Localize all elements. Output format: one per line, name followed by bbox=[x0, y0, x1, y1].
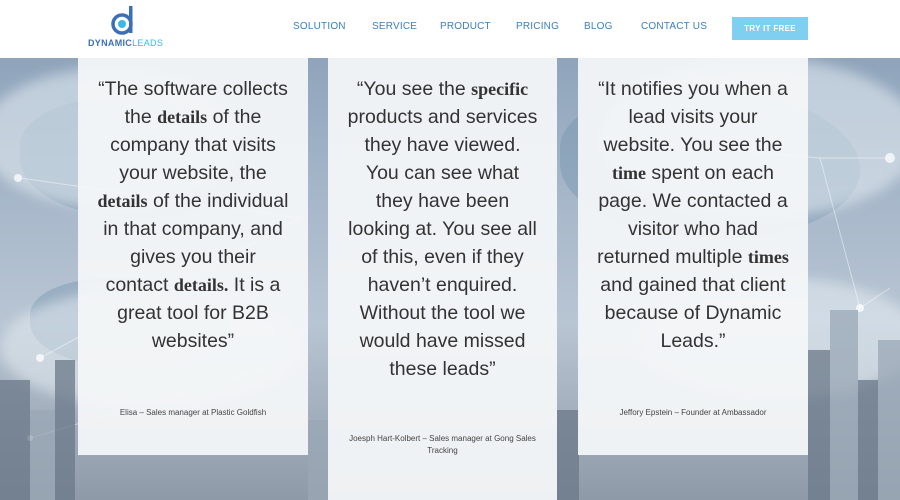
testimonial-author: Elisa – Sales manager at Plastic Goldfis… bbox=[119, 408, 267, 417]
testimonial-card: “You see the specific products and servi… bbox=[328, 58, 557, 500]
testimonial-card: “The software collects the details of th… bbox=[78, 58, 308, 455]
testimonial-card: “It notifies you when a lead visits your… bbox=[578, 58, 808, 455]
testimonial-author: Jeffory Epstein – Founder at Ambassador bbox=[619, 408, 767, 417]
logo-wordmark: DYNAMICLEADS bbox=[88, 38, 164, 48]
testimonial-author: Joesph Hart-Kolbert – Sales manager at G… bbox=[349, 434, 536, 455]
nav-link-pricing[interactable]: PRICING bbox=[516, 21, 559, 32]
site-header: DYNAMICLEADS SOLUTION SERVICE PRODUCT PR… bbox=[0, 0, 900, 58]
nav-link-solution[interactable]: SOLUTION bbox=[293, 21, 346, 32]
try-it-free-button[interactable]: TRY IT FREE bbox=[732, 17, 808, 40]
nav-link-blog[interactable]: BLOG bbox=[584, 21, 613, 32]
testimonial-quote: “You see the specific products and servi… bbox=[347, 78, 538, 380]
nav-link-service[interactable]: SERVICE bbox=[372, 21, 417, 32]
nav-link-product[interactable]: PRODUCT bbox=[440, 21, 491, 32]
nav-link-contact-us[interactable]: CONTACT US bbox=[641, 21, 707, 32]
testimonial-quote: “The software collects the details of th… bbox=[97, 78, 289, 352]
testimonial-quote: “It notifies you when a lead visits your… bbox=[597, 78, 789, 352]
